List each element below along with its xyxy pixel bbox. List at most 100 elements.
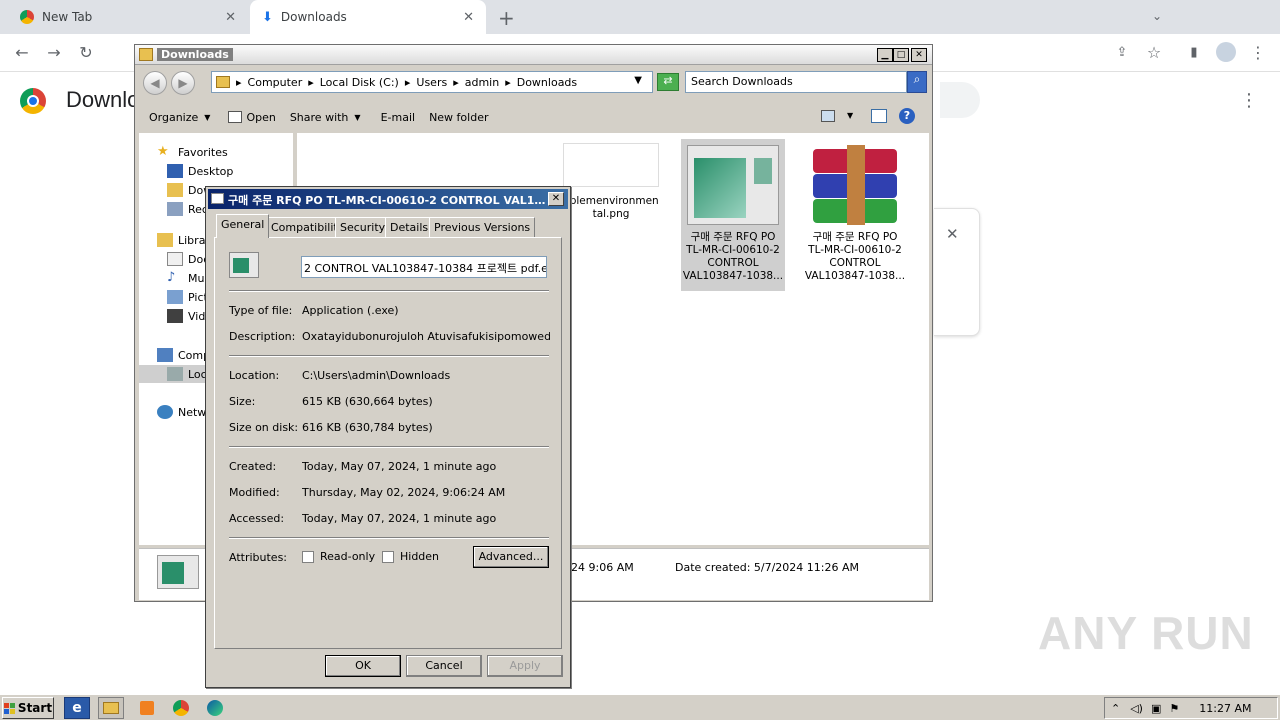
address-field[interactable]: ▸ Computer ▸ Local Disk (C:) ▸ Users ▸ admi…: [211, 71, 653, 93]
refresh-icon[interactable]: ⇄: [657, 73, 679, 91]
close-tab-icon[interactable]: ✕: [463, 10, 474, 25]
tab-previous-versions[interactable]: Previous Versions: [429, 217, 536, 237]
forward-arrow-icon[interactable]: →: [40, 38, 68, 66]
media-player-icon[interactable]: [134, 697, 160, 719]
network-icon[interactable]: ▣: [1151, 702, 1161, 715]
share-with-menu[interactable]: Share with ▼: [290, 111, 361, 124]
help-icon[interactable]: ?: [899, 108, 915, 124]
downloads-search-bar[interactable]: [940, 82, 980, 118]
drive-icon: [167, 367, 183, 381]
readonly-checkbox[interactable]: Read-only: [302, 550, 375, 563]
profile-avatar-icon[interactable]: [1212, 38, 1240, 66]
download-icon: ⬇: [262, 9, 273, 25]
organize-menu[interactable]: Organize ▼: [149, 111, 210, 124]
ok-button[interactable]: OK: [325, 655, 401, 677]
bookmark-star-icon[interactable]: ☆: [1140, 38, 1168, 66]
maximize-button[interactable]: □: [893, 48, 909, 62]
folder-icon: [216, 76, 230, 88]
view-icon[interactable]: [821, 110, 835, 122]
location-value: C:\Users\admin\Downloads: [302, 369, 451, 382]
breadcrumb-item[interactable]: admin: [465, 76, 499, 89]
internet-explorer-icon[interactable]: e: [64, 697, 90, 719]
search-input[interactable]: Search Downloads: [685, 71, 907, 93]
start-button[interactable]: Start: [2, 697, 54, 719]
chevron-right-icon[interactable]: ▸: [236, 76, 242, 89]
exe-file-icon: [229, 252, 259, 278]
clock[interactable]: 11:27 AM: [1199, 702, 1251, 715]
file-item-selected[interactable]: 구매 주문 RFQ PO TL-MR-CI-00610-2 CONTROL VA…: [681, 139, 785, 291]
file-explorer-icon[interactable]: [98, 697, 124, 719]
command-bar: Organize ▼ Open Share with ▼ E-mail New fo…: [135, 103, 932, 131]
show-hidden-icons-icon[interactable]: ⌃: [1111, 702, 1120, 715]
forward-arrow-icon[interactable]: ▶: [171, 71, 195, 95]
close-tab-icon[interactable]: ✕: [225, 10, 236, 25]
window-title: Downloads: [157, 48, 233, 61]
chrome-logo-icon: [20, 88, 46, 114]
search-icon[interactable]: ⌕: [907, 71, 927, 93]
created-label: Created:: [229, 460, 277, 473]
windows-logo-icon: [3, 702, 15, 714]
system-tray: ⌃ ◁) ▣ ⚑ 11:27 AM: [1104, 697, 1278, 719]
close-button[interactable]: ✕: [548, 192, 564, 206]
back-arrow-icon[interactable]: ←: [8, 38, 36, 66]
breadcrumb-item[interactable]: Downloads: [517, 76, 577, 89]
attributes-label: Attributes:: [229, 551, 288, 564]
dialog-titlebar: 구매 주문 RFQ PO TL-MR-CI-00610-2 CONTROL VA…: [208, 189, 568, 209]
volume-icon[interactable]: ◁): [1130, 702, 1143, 715]
file-name: VAL103847-1038...: [682, 270, 784, 282]
email-button[interactable]: E-mail: [381, 111, 416, 124]
breadcrumb-item[interactable]: Local Disk (C:): [320, 76, 399, 89]
chevron-down-icon[interactable]: ▼: [847, 111, 853, 120]
nav-favorites[interactable]: ★ Favorites: [157, 145, 228, 159]
dialog-title: 구매 주문 RFQ PO TL-MR-CI-00610-2 CONTROL VA…: [228, 194, 546, 207]
nav-desktop[interactable]: Desktop: [167, 164, 233, 178]
documents-icon: [167, 252, 183, 266]
share-icon[interactable]: ⇪: [1108, 38, 1136, 66]
size-on-disk-label: Size on disk:: [229, 421, 299, 434]
dropdown-arrow-icon[interactable]: ▼: [634, 75, 642, 86]
back-arrow-icon[interactable]: ◀: [143, 71, 167, 95]
new-folder-button[interactable]: New folder: [429, 111, 488, 124]
file-name: 구매 주문 RFQ PO: [690, 231, 776, 243]
reload-icon[interactable]: ↻: [72, 38, 100, 66]
size-value: 615 KB (630,664 bytes): [302, 395, 433, 408]
image-thumbnail: [563, 143, 659, 187]
preview-pane-icon[interactable]: [871, 109, 887, 123]
tab-search-icon[interactable]: ⌄: [1152, 9, 1162, 23]
file-item[interactable]: 구매 주문 RFQ PO TL-MR-CI-00610-2 CONTROL VA…: [803, 139, 907, 283]
side-panel-icon[interactable]: ▮: [1180, 38, 1208, 66]
apply-button[interactable]: Apply: [487, 655, 563, 677]
open-button[interactable]: Open: [228, 111, 276, 124]
chrome-icon[interactable]: [168, 697, 194, 719]
tab-new-tab[interactable]: New Tab ✕: [8, 0, 248, 34]
exe-file-icon: [687, 145, 779, 225]
hidden-checkbox[interactable]: Hidden: [382, 550, 439, 563]
filename-field[interactable]: 2 CONTROL VAL103847-10384 프로젝트 pdf.exe: [301, 256, 547, 278]
edge-icon[interactable]: [202, 697, 228, 719]
tab-details[interactable]: Details: [385, 217, 434, 237]
file-name: TL-MR-CI-00610-2: [808, 244, 902, 256]
page-menu-icon[interactable]: ⋮: [1240, 90, 1258, 111]
separator: [229, 446, 549, 448]
cancel-button[interactable]: Cancel: [406, 655, 482, 677]
breadcrumb-item[interactable]: Computer: [248, 76, 303, 89]
tab-downloads[interactable]: ⬇ Downloads ✕: [250, 0, 486, 34]
recent-places-icon: [167, 202, 183, 216]
tab-security[interactable]: Security: [335, 217, 391, 237]
remove-download-icon[interactable]: ✕: [946, 225, 959, 243]
browser-tabstrip: New Tab ✕ ⬇ Downloads ✕ + ⌄: [0, 0, 1280, 34]
minimize-button[interactable]: ▁: [877, 48, 893, 62]
new-tab-button[interactable]: +: [498, 6, 515, 30]
accessed-value: Today, May 07, 2024, 1 minute ago: [302, 512, 497, 525]
size-on-disk-value: 616 KB (630,784 bytes): [302, 421, 433, 434]
action-center-flag-icon[interactable]: ⚑: [1169, 702, 1179, 715]
advanced-button[interactable]: Advanced...: [473, 546, 549, 568]
file-item[interactable]: oblemenvironmen tal.png: [559, 143, 663, 221]
menu-kebab-icon[interactable]: ⋮: [1244, 38, 1272, 66]
details-date-created: Date created: 5/7/2024 11:26 AM: [675, 561, 860, 574]
tab-general[interactable]: General: [216, 214, 270, 238]
folder-icon: [139, 48, 153, 61]
general-panel: 2 CONTROL VAL103847-10384 프로젝트 pdf.exe T…: [214, 237, 562, 649]
breadcrumb-item[interactable]: Users: [416, 76, 447, 89]
close-button[interactable]: ✕: [911, 48, 927, 62]
